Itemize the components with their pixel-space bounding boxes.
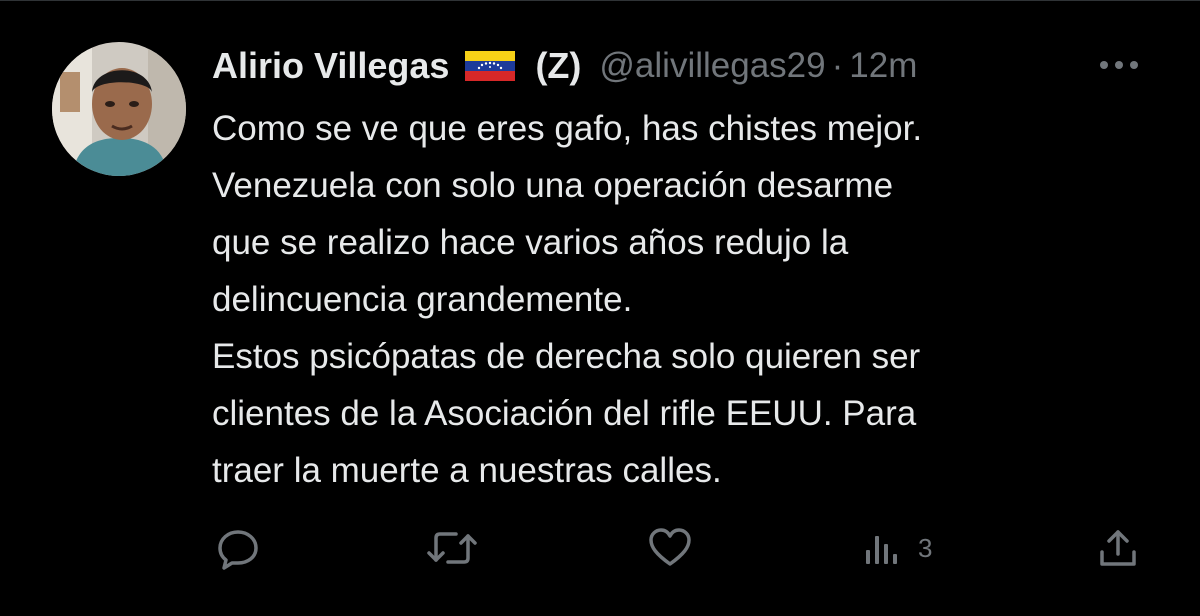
retweet-icon [424, 524, 480, 572]
views-button[interactable]: 3 [862, 520, 932, 576]
tweet-text-line: Estos psicópatas de derecha solo quieren… [212, 337, 921, 376]
author-handle[interactable]: @alivillegas29 [599, 46, 825, 86]
tweet-text-line: delincuencia grandemente. [212, 280, 633, 319]
tweet-text: Como se ve que eres gafo, has chistes me… [212, 100, 1172, 499]
like-button[interactable] [646, 520, 694, 576]
share-button[interactable] [1094, 520, 1142, 576]
tweet-action-bar: 3 [0, 520, 1200, 576]
more-options-icon[interactable] [1094, 52, 1144, 78]
author-suffix: (Z) [535, 45, 582, 86]
tweet-text-line: Venezuela con solo una operación desarme [212, 166, 894, 205]
views-count: 3 [918, 532, 933, 563]
author-name[interactable]: Alirio Villegas [212, 45, 449, 87]
retweet-button[interactable] [424, 520, 480, 576]
heart-icon [646, 524, 694, 572]
tweet-timestamp[interactable]: 12m [849, 46, 917, 86]
views-icon [862, 524, 906, 572]
tweet-page: Alirio Villegas (Z) @alivillegas29 · 12m… [0, 0, 1200, 616]
avatar[interactable] [52, 42, 186, 176]
share-icon [1094, 524, 1142, 572]
tweet-text-line: clientes de la Asociación del rifle EEUU… [212, 394, 917, 433]
top-divider [0, 0, 1200, 1]
reply-button[interactable] [214, 520, 262, 576]
header-separator: · [831, 46, 844, 85]
tweet-text-line: traer la muerte a nuestras calles. [212, 451, 722, 490]
venezuela-flag-icon [465, 51, 516, 81]
tweet-text-line: Como se ve que eres gafo, has chistes me… [212, 109, 923, 148]
tweet-header: Alirio Villegas (Z) @alivillegas29 · 12m [212, 42, 917, 90]
tweet-text-line: que se realizo hace varios años redujo l… [212, 223, 849, 262]
reply-icon [214, 524, 262, 572]
